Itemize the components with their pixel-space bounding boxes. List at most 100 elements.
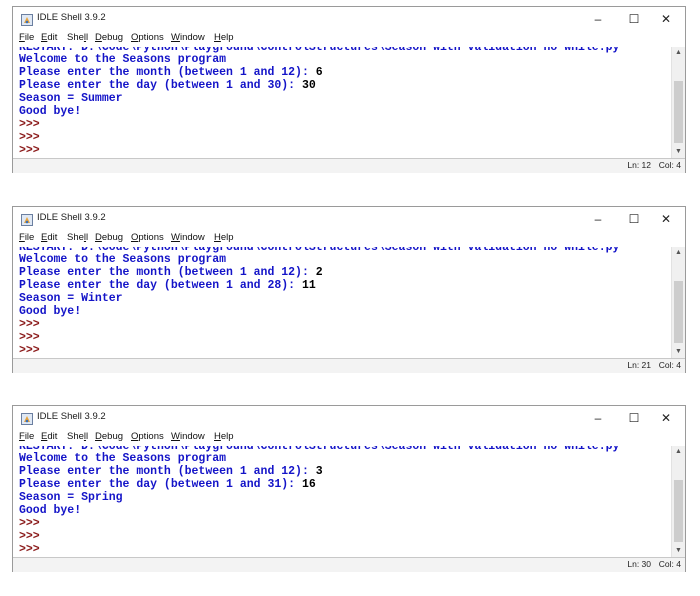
menu-bar: File Edit Shell Debug Options Window Help [13, 231, 685, 247]
menu-options[interactable]: Options [131, 431, 164, 442]
scroll-down-icon[interactable]: ▼ [672, 346, 685, 358]
season-output: Season = Summer [19, 92, 123, 105]
shell-prompt: >>> [19, 344, 40, 357]
window-title: IDLE Shell 3.9.2 [37, 12, 106, 23]
idle-app-icon [21, 213, 33, 226]
close-icon[interactable]: ✕ [651, 207, 681, 231]
idle-shell-window: IDLE Shell 3.9.2 – ☐ ✕ File Edit Shell Debug Opt… [12, 206, 686, 373]
shell-prompt: >>> [19, 118, 40, 131]
menu-edit[interactable]: Edit [41, 232, 57, 243]
menu-file[interactable]: File [19, 431, 34, 442]
day-prompt: Please enter the day (between 1 and 31): [19, 478, 302, 491]
scroll-down-icon[interactable]: ▼ [672, 146, 685, 158]
day-input: 11 [301, 279, 316, 292]
output-welcome: Welcome to the Seasons program [19, 452, 227, 465]
window-title: IDLE Shell 3.9.2 [37, 411, 106, 422]
menu-help[interactable]: Help [214, 431, 234, 442]
line-number: Ln: 12 [627, 160, 651, 170]
menu-help[interactable]: Help [214, 32, 234, 43]
goodbye-output: Good bye! [19, 105, 82, 118]
line-number: Ln: 21 [627, 360, 651, 370]
idle-app-icon [21, 412, 33, 425]
column-number: Col: 4 [658, 360, 681, 370]
menu-shell[interactable]: Shell [67, 232, 88, 243]
month-input: 3 [315, 465, 323, 478]
menu-help[interactable]: Help [214, 232, 234, 243]
day-prompt: Please enter the day (between 1 and 30): [19, 79, 302, 92]
scroll-thumb[interactable] [674, 81, 683, 143]
column-number: Col: 4 [658, 160, 681, 170]
shell-prompt: >>> [19, 331, 40, 344]
scroll-thumb[interactable] [674, 480, 683, 542]
maximize-icon[interactable]: ☐ [619, 207, 649, 231]
shell-prompt: >>> [19, 543, 40, 556]
shell-prompt: >>> [19, 517, 40, 530]
shell-text-area[interactable]: RESTART: D:\Code\Python\Playground\Contr… [13, 47, 671, 158]
scroll-thumb[interactable] [674, 281, 683, 343]
day-input: 30 [301, 79, 316, 92]
menu-edit[interactable]: Edit [41, 32, 57, 43]
month-input: 2 [315, 266, 323, 279]
menu-options[interactable]: Options [131, 232, 164, 243]
idle-shell-window: IDLE Shell 3.9.2 – ☐ ✕ File Edit Shell Debug Opt… [12, 6, 686, 173]
menu-debug[interactable]: Debug [95, 232, 123, 243]
day-line: Please enter the day (between 1 and 31):… [19, 478, 316, 491]
vertical-scrollbar[interactable]: ▲ ▼ [671, 446, 685, 557]
maximize-icon[interactable]: ☐ [619, 406, 649, 430]
title-bar[interactable]: IDLE Shell 3.9.2 – ☐ ✕ [13, 7, 685, 31]
menu-file[interactable]: File [19, 232, 34, 243]
day-input: 16 [301, 478, 316, 491]
menu-window[interactable]: Window [171, 232, 205, 243]
scroll-up-icon[interactable]: ▲ [672, 446, 685, 458]
idle-shell-window: IDLE Shell 3.9.2 – ☐ ✕ File Edit Shell Debug Opt… [12, 405, 686, 572]
menu-debug[interactable]: Debug [95, 431, 123, 442]
season-output: Season = Spring [19, 491, 123, 504]
menu-bar: File Edit Shell Debug Options Window Help [13, 31, 685, 47]
menu-window[interactable]: Window [171, 32, 205, 43]
idle-app-icon [21, 13, 33, 26]
menu-shell[interactable]: Shell [67, 431, 88, 442]
vertical-scrollbar[interactable]: ▲ ▼ [671, 47, 685, 158]
month-prompt: Please enter the month (between 1 and 12… [19, 66, 316, 79]
shell-text-area[interactable]: RESTART: D:\Code\Python\Playground\Contr… [13, 446, 671, 557]
menu-file[interactable]: File [19, 32, 34, 43]
month-line: Please enter the month (between 1 and 12… [19, 266, 323, 279]
shell-prompt: >>> [19, 131, 40, 144]
menu-shell[interactable]: Shell [67, 32, 88, 43]
goodbye-output: Good bye! [19, 504, 82, 517]
shell-prompt: >>> [19, 530, 40, 543]
output-welcome: Welcome to the Seasons program [19, 253, 227, 266]
shell-prompt: >>> [19, 318, 40, 331]
season-output: Season = Winter [19, 292, 123, 305]
menu-edit[interactable]: Edit [41, 431, 57, 442]
scroll-up-icon[interactable]: ▲ [672, 247, 685, 259]
window-title: IDLE Shell 3.9.2 [37, 212, 106, 223]
menu-window[interactable]: Window [171, 431, 205, 442]
scroll-down-icon[interactable]: ▼ [672, 545, 685, 557]
maximize-icon[interactable]: ☐ [619, 7, 649, 31]
shell-text-area[interactable]: RESTART: D:\Code\Python\Playground\Contr… [13, 247, 671, 358]
menu-bar: File Edit Shell Debug Options Window Help [13, 430, 685, 446]
month-line: Please enter the month (between 1 and 12… [19, 465, 323, 478]
title-bar[interactable]: IDLE Shell 3.9.2 – ☐ ✕ [13, 207, 685, 231]
vertical-scrollbar[interactable]: ▲ ▼ [671, 247, 685, 358]
day-line: Please enter the day (between 1 and 30):… [19, 79, 316, 92]
scroll-up-icon[interactable]: ▲ [672, 47, 685, 59]
month-prompt: Please enter the month (between 1 and 12… [19, 266, 316, 279]
status-bar: Ln: 30 Col: 4 [13, 557, 685, 572]
day-line: Please enter the day (between 1 and 28):… [19, 279, 316, 292]
close-icon[interactable]: ✕ [651, 406, 681, 430]
menu-debug[interactable]: Debug [95, 32, 123, 43]
minimize-icon[interactable]: – [583, 7, 613, 31]
month-input: 6 [315, 66, 323, 79]
line-number: Ln: 30 [627, 559, 651, 569]
minimize-icon[interactable]: – [583, 406, 613, 430]
goodbye-output: Good bye! [19, 305, 82, 318]
shell-prompt: >>> [19, 144, 40, 157]
minimize-icon[interactable]: – [583, 207, 613, 231]
menu-options[interactable]: Options [131, 32, 164, 43]
close-icon[interactable]: ✕ [651, 7, 681, 31]
column-number: Col: 4 [658, 559, 681, 569]
month-prompt: Please enter the month (between 1 and 12… [19, 465, 316, 478]
title-bar[interactable]: IDLE Shell 3.9.2 – ☐ ✕ [13, 406, 685, 430]
